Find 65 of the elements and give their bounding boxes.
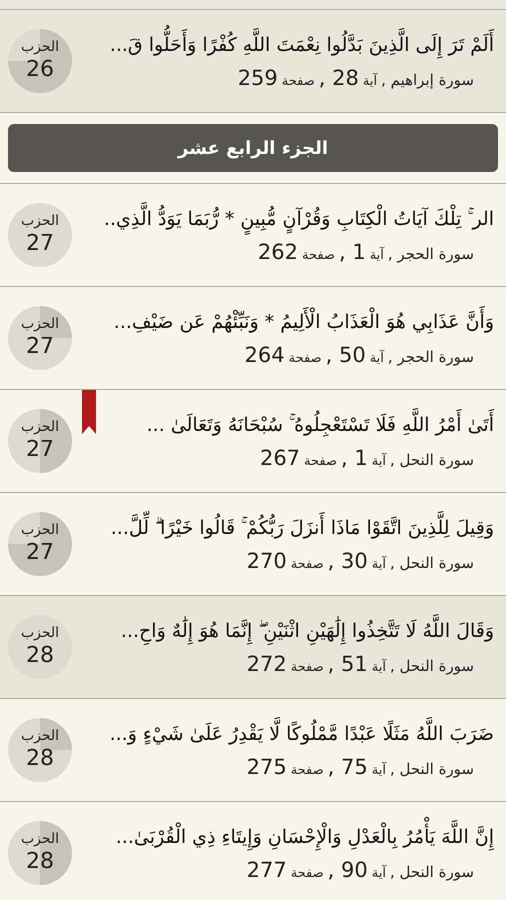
page-number: 277 bbox=[246, 857, 287, 884]
surah-name: سورة الحجر , bbox=[388, 244, 474, 266]
page-number: 259 bbox=[238, 65, 278, 92]
surah-name: سورة النحل , bbox=[390, 759, 474, 780]
page-number: 264 bbox=[244, 342, 285, 370]
hizb-number: 26 bbox=[26, 56, 54, 84]
verse-text: إِنَّ اللَّهَ يَأْمُرُ بِالْعَدْلِ وَالْإِحْسَانِ وَإِيتَاءِ ذِي الْقُرْبَىٰ... bbox=[116, 819, 494, 856]
aya-number: 30 , bbox=[328, 548, 368, 576]
verse-text: ضَرَبَ اللَّهُ مَثَلًا عَبْدًا مَّمْلُوكًا لَّا يَقْدِرُ عَلَىٰ شَيْءٍ وَ... bbox=[110, 716, 494, 752]
hizb-number: 27 bbox=[26, 333, 54, 360]
juz-header: الجزء الرابع عشر bbox=[8, 124, 498, 172]
surah-name: سورة النحل , bbox=[390, 553, 474, 574]
verse-text: الر ۚ تِلْكَ آيَاتُ الْكِتَابِ وَقُرْآنٍ مُّبِينٍ * رُّبَمَا يَوَدُّ الَّذِي.. bbox=[104, 201, 494, 238]
aya-number: 90 , bbox=[328, 857, 368, 884]
aya-number: 51 , bbox=[328, 651, 368, 678]
surah-name: سورة النحل , bbox=[390, 656, 474, 678]
hizb-label: الحزب bbox=[20, 316, 60, 333]
hizb-number: 28 bbox=[26, 848, 54, 876]
hizb-number: 28 bbox=[26, 642, 54, 670]
aya-label: آية bbox=[372, 761, 386, 780]
hizb-label: الحزب bbox=[20, 418, 60, 436]
aya-label: آية bbox=[372, 555, 386, 574]
page-number: 275 bbox=[246, 754, 287, 782]
page-label: صفحة bbox=[290, 556, 324, 574]
hizb-number: 27 bbox=[26, 230, 54, 258]
hizb-label: الحزب bbox=[20, 624, 60, 642]
hizb-number: 28 bbox=[26, 745, 54, 772]
verse-text: أَتَىٰ أَمْرُ اللَّهِ فَلَا تَسْتَعْجِلُوهُ ۚ سُبْحَانَهُ وَتَعَالَىٰ ... bbox=[146, 407, 494, 444]
verse-text: وَقِيلَ لِلَّذِينَ اتَّقَوْا مَاذَا أَنزَلَ رَبُّكُمْ ۚ قَالُوا خَيْرًا ۗ لِّلَّ... bbox=[110, 510, 494, 546]
hizb-label: الحزب bbox=[20, 212, 60, 230]
hizb-number: 27 bbox=[26, 539, 54, 566]
hizb-label: الحزب bbox=[20, 728, 60, 745]
aya-number: 28 , bbox=[318, 65, 359, 92]
page-label: صفحة bbox=[288, 350, 322, 368]
hizb-label: الحزب bbox=[20, 830, 60, 848]
aya-number: 50 , bbox=[326, 342, 366, 370]
page-label: صفحة bbox=[290, 659, 324, 678]
aya-label: آية bbox=[372, 452, 386, 472]
aya-label: آية bbox=[370, 246, 384, 266]
page-number: 267 bbox=[260, 445, 300, 472]
surah-name: سورة النحل , bbox=[390, 862, 474, 884]
page-label: صفحة bbox=[290, 865, 324, 884]
aya-number: 1 , bbox=[338, 239, 366, 266]
aya-label: آية bbox=[362, 72, 378, 92]
page-label: صفحة bbox=[304, 453, 338, 472]
aya-label: آية bbox=[372, 864, 386, 884]
aya-number: 75 , bbox=[328, 754, 368, 782]
page-label: صفحة bbox=[290, 762, 324, 780]
page-number: 270 bbox=[246, 548, 287, 576]
hizb-label: الحزب bbox=[20, 38, 60, 56]
verse-text: وَأَنَّ عَذَابِي هُوَ الْعَذَابُ الْأَلِيمُ * وَنَبِّئْهُمْ عَن ضَيْفِ... bbox=[114, 304, 494, 340]
verse-text: أَلَمْ تَرَ إِلَى الَّذِينَ بَدَّلُوا نِعْمَتَ اللَّهِ كُفْرًا وَأَحَلُّوا قَ... bbox=[110, 27, 494, 64]
aya-label: آية bbox=[370, 349, 384, 368]
hizb-label: الحزب bbox=[20, 522, 60, 539]
surah-name: سورة إبراهيم , bbox=[381, 70, 474, 92]
surah-name: سورة النحل , bbox=[390, 450, 474, 472]
hizb-number: 27 bbox=[26, 436, 54, 464]
verse-text: وَقَالَ اللَّهُ لَا تَتَّخِذُوا إِلَٰهَيْنِ اثْنَيْنِ ۖ إِنَّمَا هُوَ إِلَٰهٌ وَاحِ... bbox=[120, 613, 494, 650]
page-label: صفحة bbox=[282, 73, 315, 92]
page-number: 272 bbox=[246, 651, 287, 678]
aya-number: 1 , bbox=[341, 445, 368, 472]
page-label: صفحة bbox=[302, 247, 335, 266]
surah-name: سورة الحجر , bbox=[388, 347, 474, 368]
page-number: 262 bbox=[258, 239, 298, 266]
aya-label: آية bbox=[372, 658, 386, 678]
